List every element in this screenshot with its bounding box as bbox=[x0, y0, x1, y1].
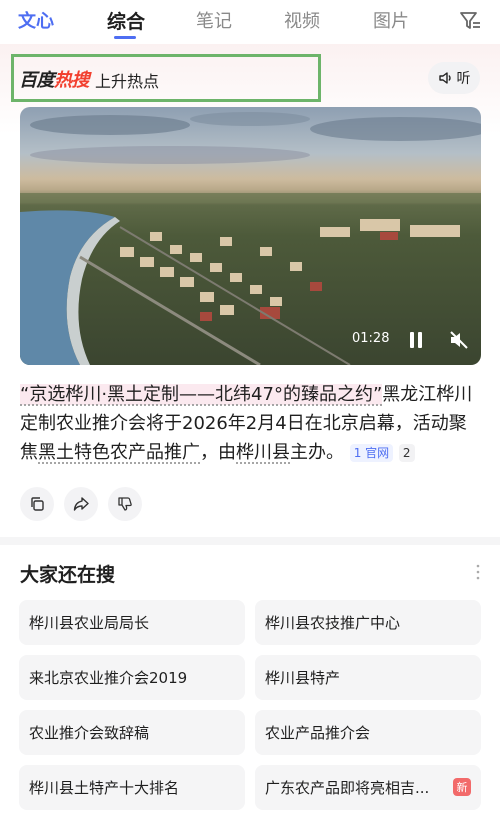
tab-notes[interactable]: 笔记 bbox=[196, 7, 232, 33]
copy-icon bbox=[31, 497, 44, 511]
video-time: 01:28 bbox=[352, 331, 390, 346]
new-badge: 新 bbox=[453, 778, 471, 796]
speaker-icon bbox=[438, 72, 451, 84]
dislike-button[interactable] bbox=[108, 487, 142, 521]
filter-icon[interactable] bbox=[458, 9, 482, 33]
article-summary: “京选桦川·黑土定制——北纬47°的臻品之约”黑龙江桦川定制农业推介会将于202… bbox=[20, 384, 473, 463]
listen-button[interactable]: 听 bbox=[428, 62, 480, 94]
pause-icon[interactable] bbox=[406, 330, 426, 350]
tab-comprehensive[interactable]: 综合 bbox=[107, 7, 145, 34]
share-icon bbox=[73, 497, 89, 511]
video-player[interactable]: 01:28 bbox=[20, 107, 481, 365]
hot-title: 上升热点 bbox=[95, 72, 160, 91]
listen-label: 听 bbox=[456, 71, 471, 87]
tab-images[interactable]: 图片 bbox=[373, 7, 409, 33]
active-tab-indicator bbox=[114, 36, 136, 39]
section-divider bbox=[0, 537, 500, 545]
source-official-badge[interactable]: 1 官网 bbox=[349, 444, 394, 462]
video-frame-aerial-town bbox=[20, 112, 481, 365]
related-search-item[interactable]: 广东农产品即将亮相吉... 新 bbox=[255, 765, 481, 810]
related-search-item[interactable]: 农业产品推介会 bbox=[255, 710, 481, 755]
tab-wenxin[interactable]: 文心 bbox=[18, 7, 54, 33]
article-highlight[interactable]: 黑土特色农产品推广 bbox=[38, 442, 200, 463]
source-count-badge[interactable]: 2 bbox=[398, 444, 415, 462]
baidu-hot-logo: 百度热搜 bbox=[19, 70, 90, 91]
share-button[interactable] bbox=[64, 487, 98, 521]
article-host[interactable]: 桦川县 bbox=[236, 442, 290, 463]
mute-icon[interactable] bbox=[448, 329, 470, 351]
tab-videos[interactable]: 视频 bbox=[284, 7, 320, 33]
article-quote[interactable]: “京选桦川·黑土定制——北纬47°的臻品之约” bbox=[20, 384, 383, 405]
copy-button[interactable] bbox=[20, 487, 54, 521]
related-search-item[interactable]: 来北京农业推介会2019 bbox=[19, 655, 245, 700]
more-options-icon[interactable] bbox=[475, 563, 481, 581]
related-search-item[interactable]: 桦川县农技推广中心 bbox=[255, 600, 481, 645]
related-search-item[interactable]: 农业推介会致辞稿 bbox=[19, 710, 245, 755]
related-search-item[interactable]: 桦川县土特产十大排名 bbox=[19, 765, 245, 810]
related-search-item[interactable]: 桦川县农业局局长 bbox=[19, 600, 245, 645]
top-tab-bar: 文心 综合 笔记 视频 图片 bbox=[0, 0, 500, 44]
thumbs-down-icon bbox=[118, 497, 132, 511]
related-searches-title: 大家还在搜 bbox=[20, 564, 116, 586]
related-search-item[interactable]: 桦川县特产 bbox=[255, 655, 481, 700]
